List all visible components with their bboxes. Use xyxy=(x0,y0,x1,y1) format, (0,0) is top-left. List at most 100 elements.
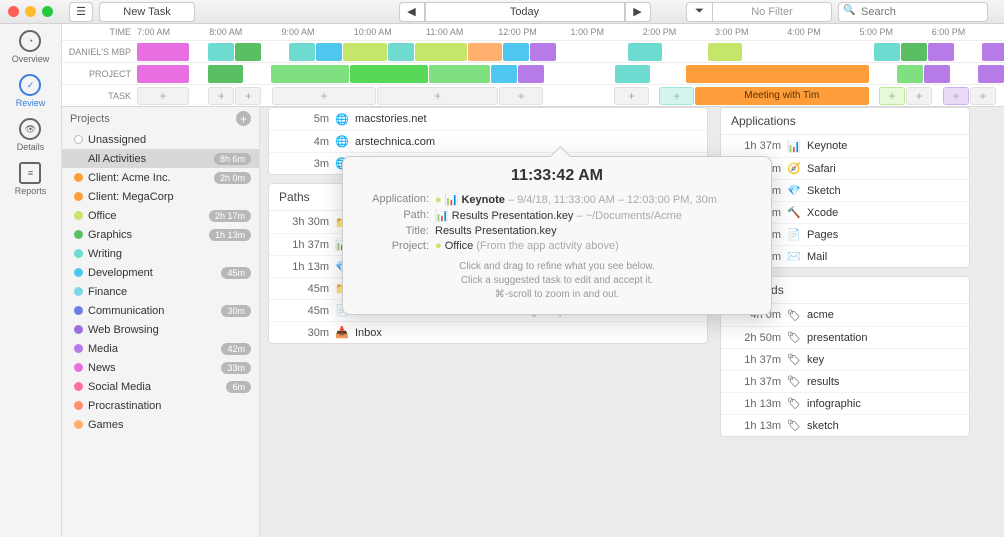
add-task-button[interactable]: + xyxy=(499,87,542,105)
keyword-row[interactable]: 1h 13m🏷sketch xyxy=(721,414,969,436)
next-day-button[interactable]: ▶ xyxy=(625,2,651,22)
project-name: Games xyxy=(88,419,251,431)
add-task-button[interactable]: + xyxy=(272,87,376,105)
new-task-button[interactable]: New Task xyxy=(99,2,195,22)
project-color-dot xyxy=(74,230,83,239)
add-project-button[interactable]: + xyxy=(236,111,251,126)
clipboard-icon: ≡ xyxy=(19,162,41,184)
project-track[interactable] xyxy=(137,65,1004,83)
popover-app-detail: – 9/4/18, 11:33:00 AM – 12:03:00 PM, 30m xyxy=(508,194,717,206)
popover-app-name: Keynote xyxy=(461,194,504,206)
activity-dur: 4m xyxy=(279,136,329,148)
keyword-row[interactable]: 1h 37m🏷key xyxy=(721,348,969,370)
activity-dur: 5m xyxy=(279,113,329,125)
project-item[interactable]: Communication30m xyxy=(62,301,259,320)
project-name: Web Browsing xyxy=(88,324,251,336)
keyword-row[interactable]: 2h 50m🏷presentation xyxy=(721,326,969,348)
path-dur: 1h 37m xyxy=(279,239,329,251)
nav-sidebar: ◔ Overview ✓ Review 👁 Details ≡ Reports xyxy=(0,24,62,537)
tag-icon: 🏷 xyxy=(787,309,801,322)
add-task-button[interactable]: + xyxy=(377,87,498,105)
project-item[interactable]: Writing xyxy=(62,244,259,263)
nav-label: Overview xyxy=(12,54,50,64)
project-item[interactable]: Finance xyxy=(62,282,259,301)
search-input[interactable] xyxy=(838,2,988,22)
add-task-button[interactable]: + xyxy=(659,87,694,105)
project-item[interactable]: Office2h 17m xyxy=(62,206,259,225)
path-row[interactable]: 30m📥Inbox xyxy=(269,321,707,343)
hour-label: 4:00 PM xyxy=(787,27,859,37)
tag-icon: 🏷 xyxy=(787,353,801,366)
project-item[interactable]: Development45m xyxy=(62,263,259,282)
tag-icon: 🏷 xyxy=(787,375,801,388)
add-task-button[interactable]: + xyxy=(970,87,996,105)
project-color-dot xyxy=(74,211,83,220)
search-field[interactable] xyxy=(838,2,988,22)
nav-reports[interactable]: ≡ Reports xyxy=(15,162,47,196)
keyword-name: sketch xyxy=(807,420,839,432)
timeline-time-label: TIME xyxy=(62,27,137,37)
globe-icon: 🌐 xyxy=(335,135,349,148)
project-name: Client: Acme Inc. xyxy=(88,172,209,184)
add-task-button[interactable]: + xyxy=(208,87,234,105)
project-name: Social Media xyxy=(88,381,221,393)
project-item[interactable]: Client: MegaCorp xyxy=(62,187,259,206)
activity-row[interactable]: 4m🌐arstechnica.com xyxy=(269,130,707,152)
project-item[interactable]: Unassigned xyxy=(62,130,259,149)
date-nav: ◀ Today ▶ xyxy=(399,2,651,22)
project-item[interactable]: Web Browsing xyxy=(62,320,259,339)
app-row[interactable]: 1h 37m📊Keynote xyxy=(721,135,969,157)
project-duration: 2h 0m xyxy=(214,172,251,184)
add-task-button[interactable]: + xyxy=(906,87,932,105)
project-item[interactable]: Graphics1h 13m xyxy=(62,225,259,244)
project-color-dot xyxy=(74,173,83,182)
timeline: TIME 7:00 AM8:00 AM9:00 AM10:00 AM11:00 … xyxy=(62,24,1004,107)
app-icon: 🧭 xyxy=(787,162,801,175)
project-duration: 2h 17m xyxy=(209,210,251,222)
hour-label: 5:00 PM xyxy=(860,27,932,37)
project-item[interactable]: Social Media6m xyxy=(62,377,259,396)
project-color-dot xyxy=(74,363,83,372)
task-meeting[interactable]: Meeting with Tim xyxy=(695,87,868,105)
app-icon: 🔨 xyxy=(787,206,801,219)
activity-row[interactable]: 5m🌐macstories.net xyxy=(269,108,707,130)
close-icon[interactable] xyxy=(8,6,19,17)
project-color-dot xyxy=(74,135,83,144)
add-task-button[interactable]: + xyxy=(943,87,969,105)
keyword-row[interactable]: 1h 13m🏷infographic xyxy=(721,392,969,414)
project-name: Development xyxy=(88,267,216,279)
project-item[interactable]: Media42m xyxy=(62,339,259,358)
nav-overview[interactable]: ◔ Overview xyxy=(12,30,50,64)
timeline-device-label: DANIEL'S MBP xyxy=(62,47,137,57)
project-item[interactable]: Games xyxy=(62,415,259,434)
zoom-icon[interactable] xyxy=(42,6,53,17)
project-item[interactable]: Client: Acme Inc. 2h 0m xyxy=(62,168,259,187)
path-dur: 3h 30m xyxy=(279,216,329,228)
filter-label[interactable]: No Filter xyxy=(712,2,832,22)
task-track[interactable]: + + + + + + + + Meeting with Tim + + xyxy=(137,87,1004,105)
project-item[interactable]: All Activities8h 6m xyxy=(62,149,259,168)
add-task-button[interactable]: + xyxy=(235,87,261,105)
app-name: Mail xyxy=(807,251,827,263)
minimize-icon[interactable] xyxy=(25,6,36,17)
keyword-name: results xyxy=(807,376,839,388)
add-task-button[interactable]: + xyxy=(137,87,189,105)
project-item[interactable]: News33m xyxy=(62,358,259,377)
project-item[interactable]: Procrastination xyxy=(62,396,259,415)
filter-icon[interactable]: ⏷ xyxy=(686,2,712,22)
gauge-icon: ◔ xyxy=(19,30,41,52)
keyword-row[interactable]: 1h 37m🏷results xyxy=(721,370,969,392)
nav-details[interactable]: 👁 Details xyxy=(17,118,45,152)
add-task-button[interactable]: + xyxy=(614,87,649,105)
nav-review[interactable]: ✓ Review xyxy=(16,74,46,108)
add-task-button[interactable]: + xyxy=(879,87,905,105)
device-track[interactable] xyxy=(137,43,1004,61)
project-color-dot xyxy=(74,287,83,296)
today-button[interactable]: Today xyxy=(425,2,625,22)
project-name: Writing xyxy=(88,248,251,260)
prev-day-button[interactable]: ◀ xyxy=(399,2,425,22)
window-controls[interactable] xyxy=(8,6,53,17)
app-icon: ✉️ xyxy=(787,250,801,263)
keyword-dur: 1h 37m xyxy=(731,354,781,366)
toggle-sidebar-button[interactable]: ☰ xyxy=(69,2,93,22)
